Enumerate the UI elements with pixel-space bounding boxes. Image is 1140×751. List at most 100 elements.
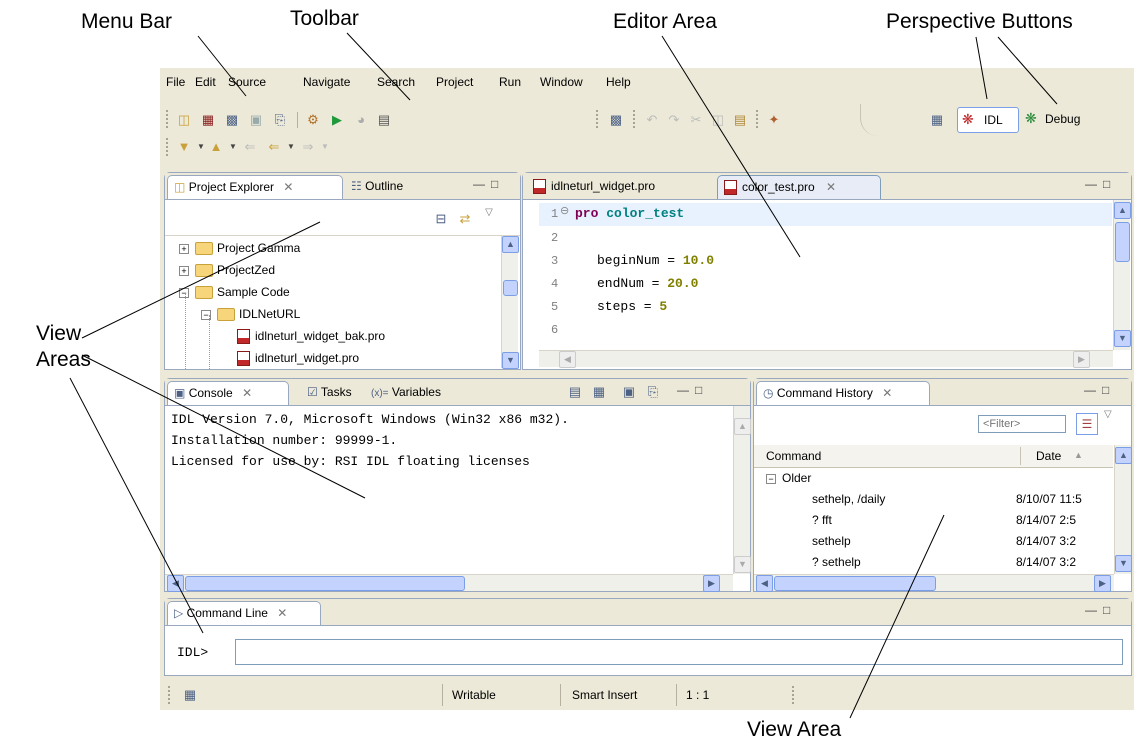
new-project-icon[interactable]: ▩ xyxy=(224,112,240,128)
copy-icon[interactable]: ◫ xyxy=(710,112,726,128)
scroll-right-icon[interactable]: ▶ xyxy=(1094,575,1111,592)
tree-item-idlneturl[interactable]: − IDLNetURL xyxy=(201,303,300,325)
tab-console[interactable]: ▣ Console ✕ xyxy=(167,381,289,405)
history-vertical-scrollbar[interactable]: ▲ ▼ xyxy=(1114,445,1132,574)
history-layout-icon[interactable]: ☰ xyxy=(1076,413,1098,435)
editor-horizontal-scrollbar[interactable]: ◀ ▶ xyxy=(539,350,1113,368)
wand-icon[interactable]: ✦ xyxy=(766,112,782,128)
next-annotation-icon[interactable]: ▼ xyxy=(176,139,192,155)
scroll-thumb[interactable] xyxy=(185,576,465,591)
prev-annotation-icon[interactable]: ▲ xyxy=(208,139,224,155)
scroll-up-icon[interactable]: ▲ xyxy=(1115,447,1132,464)
last-edit-icon[interactable]: ⇐ xyxy=(242,139,258,155)
back-arrow-icon[interactable]: ⇐ xyxy=(266,139,282,155)
scroll-right-icon[interactable]: ▶ xyxy=(1073,351,1090,368)
column-date[interactable]: Date xyxy=(1036,449,1061,463)
cut-icon[interactable]: ✂ xyxy=(688,112,704,128)
scroll-up-icon[interactable]: ▲ xyxy=(734,418,751,435)
history-row[interactable]: sethelp, /daily 8/10/07 11:5 xyxy=(754,489,1095,510)
menu-file[interactable]: File xyxy=(166,75,185,89)
undo-icon[interactable]: ↶ xyxy=(644,112,660,128)
menu-navigate[interactable]: Navigate xyxy=(303,75,350,89)
scroll-left-icon[interactable]: ◀ xyxy=(167,575,184,592)
close-icon[interactable]: ✕ xyxy=(826,180,836,194)
history-row[interactable]: ? sethelp 8/14/07 3:2 xyxy=(754,552,1095,573)
status-grip-2[interactable] xyxy=(792,686,796,704)
scroll-down-icon[interactable]: ▼ xyxy=(734,556,751,573)
print-icon[interactable]: ⎘ xyxy=(272,112,288,128)
compile-icon[interactable]: ⚙ xyxy=(305,112,321,128)
redo-icon[interactable]: ↷ xyxy=(666,112,682,128)
scroll-thumb[interactable] xyxy=(1115,222,1130,262)
expand-toggle[interactable]: + xyxy=(179,265,189,276)
status-grip[interactable] xyxy=(168,686,172,704)
history-filter-input[interactable] xyxy=(978,415,1066,433)
chevron-down-icon-3[interactable]: ▼ xyxy=(283,139,299,155)
help-doc-icon[interactable]: ▩ xyxy=(608,112,624,128)
collapse-toggle[interactable]: − xyxy=(766,473,776,484)
perspective-debug-button[interactable]: ❋ Debug xyxy=(1021,107,1095,131)
menu-run[interactable]: Run xyxy=(499,75,521,89)
minimize-maximize-icons[interactable]: —□ xyxy=(1084,383,1115,397)
chevron-down-icon-4[interactable]: ▼ xyxy=(317,139,333,155)
history-horizontal-scrollbar[interactable]: ◀ ▶ xyxy=(754,574,1114,592)
view-menu-icon[interactable]: ▽ xyxy=(1104,409,1112,420)
forward-arrow-icon[interactable]: ⇒ xyxy=(300,139,316,155)
chevron-down-icon-2[interactable]: ▼ xyxy=(225,139,241,155)
minimize-maximize-icons[interactable]: —□ xyxy=(1085,603,1116,617)
toolbar-grip-2[interactable] xyxy=(596,110,600,128)
code-line-5[interactable]: steps = 5 xyxy=(597,299,667,314)
console-horizontal-scrollbar[interactable]: ◀ ▶ xyxy=(165,574,733,592)
clear-console-icon[interactable]: ▤ xyxy=(567,384,583,400)
perspective-idl-button[interactable]: ❋ IDL xyxy=(957,107,1019,133)
close-icon[interactable]: ✕ xyxy=(283,180,293,194)
tab-project-explorer[interactable]: ◫ Project Explorer ✕ xyxy=(167,175,343,199)
new-file-icon[interactable]: ▦ xyxy=(200,112,216,128)
run-icon[interactable]: ▶ xyxy=(329,112,345,128)
tab-variables[interactable]: (x)= Variables xyxy=(365,381,447,404)
open-perspective-icon[interactable]: ▦ xyxy=(929,112,945,128)
menu-window[interactable]: Window xyxy=(540,75,583,89)
open-folder-icon[interactable]: ◫ xyxy=(176,112,192,128)
close-icon[interactable]: ✕ xyxy=(277,606,287,620)
scroll-up-icon[interactable]: ▲ xyxy=(502,236,519,253)
project-tree-scrollbar[interactable]: ▲ ▼ xyxy=(501,236,519,369)
collapse-toggle[interactable]: − xyxy=(179,287,189,298)
scroll-down-icon[interactable]: ▼ xyxy=(1114,330,1131,347)
command-line-input[interactable] xyxy=(235,639,1123,665)
menu-source[interactable]: Source xyxy=(228,75,266,89)
column-command[interactable]: Command xyxy=(766,449,821,463)
expand-toggle[interactable]: + xyxy=(179,243,189,254)
toolbar-grip[interactable] xyxy=(166,110,170,128)
collapse-all-icon[interactable]: ⊟ xyxy=(433,211,449,227)
tree-item-widget-bak[interactable]: idlneturl_widget_bak.pro xyxy=(237,325,385,347)
tree-item-project-gamma[interactable]: + Project Gamma xyxy=(179,237,300,259)
paste-icon[interactable]: ▤ xyxy=(732,112,748,128)
scroll-thumb[interactable] xyxy=(774,576,936,591)
tab-command-line[interactable]: ▷ Command Line ✕ xyxy=(167,601,321,625)
scroll-left-icon[interactable]: ◀ xyxy=(756,575,773,592)
link-with-editor-icon[interactable]: ⇄ xyxy=(457,211,473,227)
code-line-4[interactable]: endNum = 20.0 xyxy=(597,276,698,291)
view-menu-icon[interactable]: ▽ xyxy=(481,205,497,221)
scroll-down-icon[interactable]: ▼ xyxy=(1115,555,1132,572)
scroll-down-icon[interactable]: ▼ xyxy=(502,352,519,369)
scroll-right-icon[interactable]: ▶ xyxy=(703,575,720,592)
minimize-maximize-icons[interactable]: —□ xyxy=(1085,177,1116,191)
reset-icon[interactable]: ▤ xyxy=(376,112,392,128)
fast-view-icon[interactable]: ▦ xyxy=(182,687,198,703)
toolbar-grip-4[interactable] xyxy=(756,110,760,128)
menu-help[interactable]: Help xyxy=(606,75,631,89)
menu-project[interactable]: Project xyxy=(436,75,473,89)
tree-item-projectzed[interactable]: + ProjectZed xyxy=(179,259,275,281)
scroll-left-icon[interactable]: ◀ xyxy=(559,351,576,368)
save-icon[interactable]: ▣ xyxy=(248,112,264,128)
menu-edit[interactable]: Edit xyxy=(195,75,216,89)
console-output[interactable]: IDL Version 7.0, Microsoft Windows (Win3… xyxy=(171,409,569,472)
minimize-maximize-icons[interactable]: —□ xyxy=(677,383,708,397)
tab-color-test[interactable]: color_test.pro ✕ xyxy=(717,175,881,199)
menu-search[interactable]: Search xyxy=(377,75,415,89)
history-row[interactable]: ? fft 8/14/07 2:5 xyxy=(754,510,1095,531)
tab-outline[interactable]: ☷ Outline xyxy=(345,175,409,198)
scroll-lock-icon[interactable]: ▦ xyxy=(591,384,607,400)
